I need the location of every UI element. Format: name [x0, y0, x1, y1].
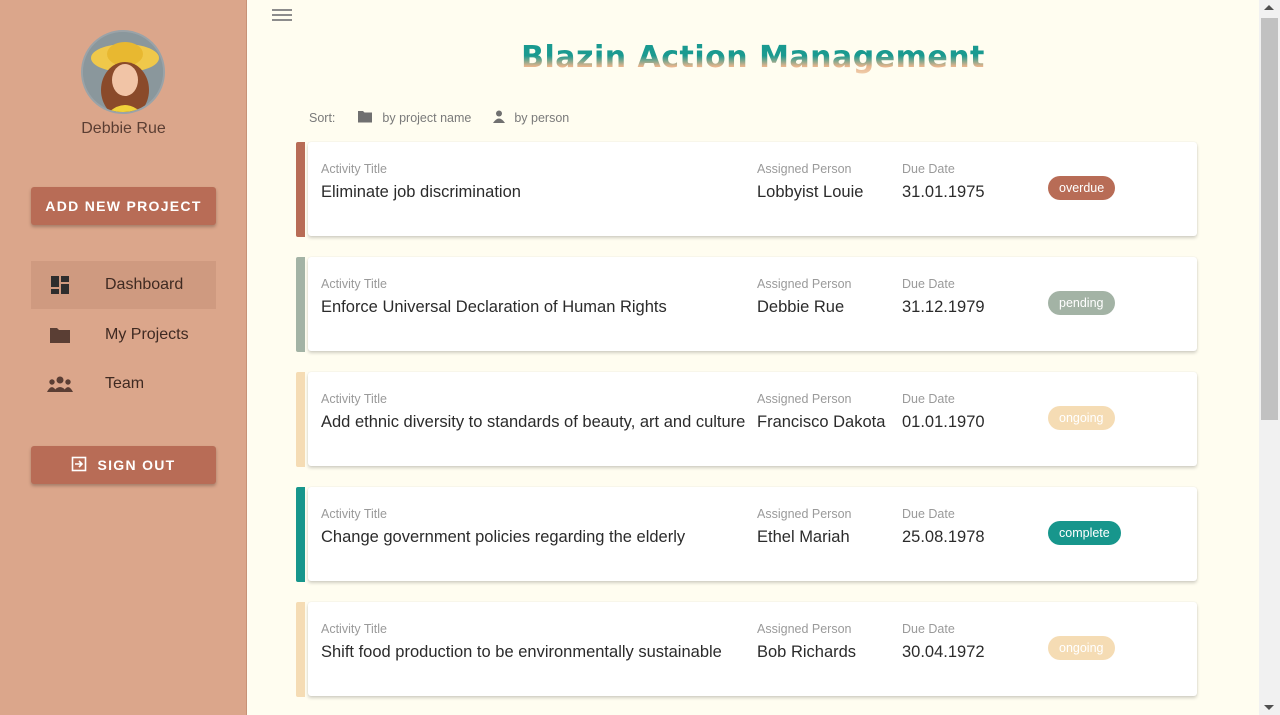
activity-card-body: Activity Title Shift food production to … [308, 602, 1197, 696]
activity-title: Enforce Universal Declaration of Human R… [321, 298, 667, 316]
activity-title-label: Activity Title [321, 277, 387, 291]
sort-by-person-label: by person [514, 111, 570, 125]
group-icon [31, 376, 89, 392]
scrollbar-thumb[interactable] [1261, 18, 1278, 420]
status-accent-bar [296, 602, 305, 697]
assigned-person-label: Assigned Person [757, 162, 852, 176]
status-accent-bar [296, 372, 305, 467]
due-date-label: Due Date [902, 162, 955, 176]
activity-title-label: Activity Title [321, 162, 387, 176]
folder-icon [357, 110, 373, 126]
sign-out-button[interactable]: SIGN OUT [31, 446, 216, 484]
activity-card-body: Activity Title Eliminate job discriminat… [308, 142, 1197, 236]
activity-card[interactable]: Activity Title Shift food production to … [296, 602, 1198, 697]
add-new-project-button[interactable]: ADD NEW PROJECT [31, 187, 216, 225]
scroll-down-arrow-icon[interactable] [1264, 705, 1274, 710]
status-accent-bar [296, 142, 305, 237]
status-badge: overdue [1048, 176, 1116, 200]
sort-by-person-button[interactable]: by person [493, 110, 569, 126]
due-date: 25.08.1978 [902, 528, 985, 546]
sort-by-project-button[interactable]: by project name [357, 110, 471, 126]
sort-by-project-label: by project name [382, 111, 472, 125]
activity-card-body: Activity Title Change government policie… [308, 487, 1197, 581]
assigned-person: Bob Richards [757, 643, 857, 661]
sidebar-item-my-projects[interactable]: My Projects [31, 311, 216, 359]
status-badge: pending [1048, 291, 1115, 315]
status-badge: ongoing [1048, 406, 1115, 430]
folder-icon [31, 326, 89, 344]
activity-title: Eliminate job discrimination [321, 183, 521, 201]
activity-title: Change government policies regarding the… [321, 528, 686, 546]
activity-card[interactable]: Activity Title Eliminate job discriminat… [296, 142, 1198, 237]
sign-out-label: SIGN OUT [97, 457, 176, 473]
sidebar-item-dashboard[interactable]: Dashboard [31, 261, 216, 309]
assigned-person: Debbie Rue [757, 298, 845, 316]
sidebar-item-label: Dashboard [105, 276, 184, 293]
activity-title-label: Activity Title [321, 507, 387, 521]
assigned-person-label: Assigned Person [757, 622, 852, 636]
dashboard-icon [31, 275, 89, 295]
avatar[interactable] [81, 30, 165, 114]
due-date: 01.01.1970 [902, 413, 985, 431]
sidebar-item-team[interactable]: Team [31, 360, 216, 408]
status-badge: complete [1048, 521, 1121, 545]
activity-title-label: Activity Title [321, 622, 387, 636]
assigned-person: Lobbyist Louie [757, 183, 864, 201]
sign-out-icon [71, 456, 87, 475]
sidebar-item-label: My Projects [105, 326, 189, 343]
sort-label: Sort: [309, 111, 336, 125]
due-date: 31.12.1979 [902, 298, 985, 316]
add-new-project-label: ADD NEW PROJECT [45, 198, 202, 214]
assigned-person: Francisco Dakota [757, 413, 886, 431]
activity-card[interactable]: Activity Title Add ethnic diversity to s… [296, 372, 1198, 467]
sort-bar: Sort: by project name by person [309, 110, 591, 126]
assigned-person-label: Assigned Person [757, 392, 852, 406]
scrollbar[interactable] [1259, 0, 1280, 715]
due-date-label: Due Date [902, 277, 955, 291]
activity-title: Add ethnic diversity to standards of bea… [321, 413, 746, 431]
due-date-label: Due Date [902, 622, 955, 636]
activity-card[interactable]: Activity Title Enforce Universal Declara… [296, 257, 1198, 352]
assigned-person-label: Assigned Person [757, 277, 852, 291]
activity-title: Shift food production to be environmenta… [321, 643, 722, 661]
sidebar: Debbie Rue ADD NEW PROJECT Dashboard My … [0, 0, 247, 715]
due-date-label: Due Date [902, 392, 955, 406]
assigned-person: Ethel Mariah [757, 528, 850, 546]
activity-card-body: Activity Title Add ethnic diversity to s… [308, 372, 1197, 466]
due-date: 31.01.1975 [902, 183, 985, 201]
status-badge: ongoing [1048, 636, 1115, 660]
activity-card-body: Activity Title Enforce Universal Declara… [308, 257, 1197, 351]
status-accent-bar [296, 257, 305, 352]
activity-card[interactable]: Activity Title Change government policie… [296, 487, 1198, 582]
due-date-label: Due Date [902, 507, 955, 521]
assigned-person-label: Assigned Person [757, 507, 852, 521]
due-date: 30.04.1972 [902, 643, 985, 661]
user-name: Debbie Rue [81, 120, 166, 137]
sidebar-item-label: Team [105, 375, 145, 392]
status-accent-bar [296, 487, 305, 582]
page-title: Blazin Action Management [247, 40, 1259, 75]
scroll-up-arrow-icon[interactable] [1264, 5, 1274, 10]
activity-title-label: Activity Title [321, 392, 387, 406]
person-icon [493, 110, 506, 126]
menu-icon[interactable] [272, 9, 292, 25]
